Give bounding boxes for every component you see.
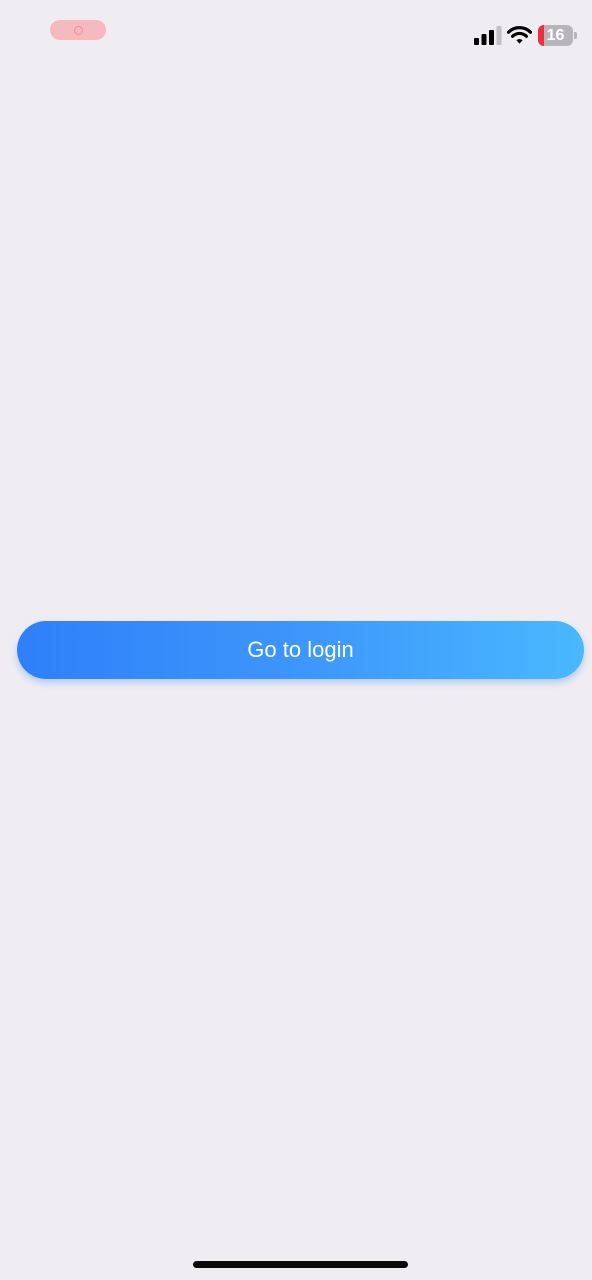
cellular-signal-icon xyxy=(474,26,502,45)
status-bar: 16 xyxy=(0,0,592,70)
battery-icon: 16 xyxy=(538,25,578,46)
battery-cap xyxy=(574,32,577,39)
battery-percentage: 16 xyxy=(546,27,565,44)
app-screen: 16 Go to login xyxy=(0,0,592,1280)
battery-body: 16 xyxy=(538,25,573,46)
go-to-login-button[interactable]: Go to login xyxy=(17,621,584,679)
wifi-icon xyxy=(507,26,532,44)
recording-dot xyxy=(73,25,83,35)
screen-recording-icon[interactable] xyxy=(50,20,106,40)
home-indicator[interactable] xyxy=(193,1261,408,1268)
